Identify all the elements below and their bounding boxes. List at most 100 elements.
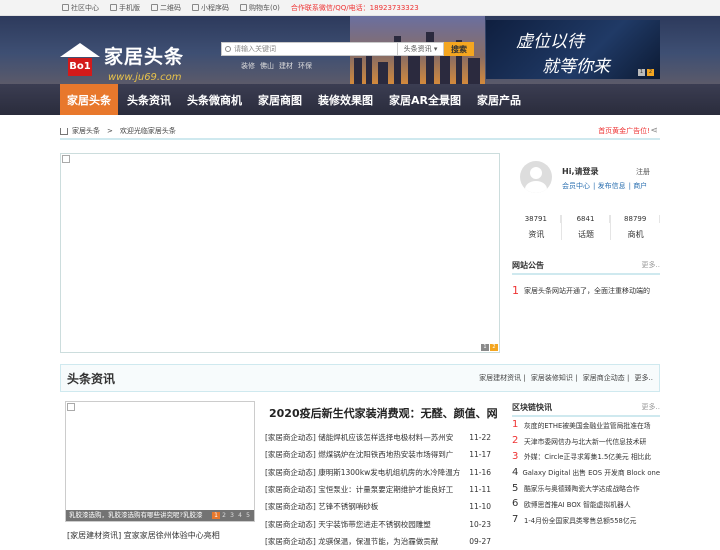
banner-page[interactable]: 1 [638, 69, 645, 76]
notice-item[interactable]: 1 家居头条网站开通了，全面注重移动端的 [512, 284, 650, 297]
list-item[interactable]: 1 灰度的ETHE被美国金融业监管局批准在场 [512, 417, 660, 433]
nav-gallery[interactable]: 家居商图 [251, 84, 309, 115]
user-links: 会员中心 | 发布信息 | 商户 [562, 182, 648, 190]
photo-page[interactable]: 2 [220, 512, 228, 519]
list-item[interactable]: [家居商企动态] 宝恒泵业：计量泵要定期维护才能良好工 11-11 [265, 481, 491, 498]
site-logo[interactable]: Bo1 家居头条 www.ju69.com [60, 40, 220, 84]
list-item[interactable]: 7 1-4月份全国家具类零售总额558亿元 [512, 512, 660, 528]
news-title: [家居商企动态] 宝恒泵业：计量泵要定期维护才能良好工 [265, 485, 454, 495]
section-more-link[interactable]: 更多.. [635, 374, 653, 382]
section-tag[interactable]: 家居装修知识 [531, 374, 573, 382]
main-nav: 家居头条 头条资讯 头条微商机 家居商图 装修效果图 家居AR全景图 家居产品 [0, 84, 720, 115]
hot-keyword[interactable]: 佛山 [260, 62, 274, 70]
rank-number: 4 [512, 466, 519, 478]
stat-label: 话题 [578, 230, 594, 239]
notice-more-link[interactable]: 更多.. [642, 260, 660, 270]
rank-number: 2 [512, 435, 519, 447]
photo-page[interactable]: 3 [228, 512, 236, 519]
search-scope-select[interactable]: 头条资讯 ▾ [398, 42, 444, 56]
merchant-link[interactable]: 商户 [633, 182, 647, 190]
miniprogram-link[interactable]: 小程序码 [192, 3, 229, 13]
list-item[interactable]: 4 Galaxy Digital 出售 EOS 开发商 Block one [512, 464, 660, 480]
register-link[interactable]: 注册 [636, 167, 650, 177]
search-button[interactable]: 搜索 [444, 42, 474, 56]
stat-label: 商机 [627, 230, 644, 239]
search-bar: 请输入关键词 头条资讯 ▾ 搜索 [221, 42, 474, 56]
list-item[interactable]: [家居商企动态] 龙骐保温，保温节能，为治霾做贡献 09-27 [265, 533, 491, 550]
login-greeting[interactable]: Hi,请登录 [562, 166, 598, 177]
miniprogram-label: 小程序码 [201, 3, 229, 12]
list-item[interactable]: [家居商企动态] 天宇装饰带您进走不锈钢校园雕塑 10-23 [265, 515, 491, 532]
list-item[interactable]: [家居商企动态] 康明斯1300kw发电机组机房的水冷降温方 11-16 [265, 464, 491, 481]
rank-number: 3 [512, 450, 519, 462]
nav-business[interactable]: 头条微商机 [180, 84, 249, 115]
photo-page[interactable]: 4 [236, 512, 244, 519]
blockchain-item-text: Galaxy Digital 出售 EOS 开发商 Block one [522, 469, 660, 478]
list-item[interactable]: 3 外媒：Circle正寻求筹集1.5亿美元 相比此 [512, 449, 660, 465]
headline[interactable]: 2020疫后新生代家装消费观：无醛、颜值、网 [269, 405, 498, 421]
mobile-link[interactable]: 手机版 [110, 3, 140, 13]
section-tag[interactable]: 家居商企动态 [583, 374, 625, 382]
nav-decoration[interactable]: 装修效果图 [311, 84, 380, 115]
stat-number: 88799 [611, 215, 661, 223]
list-item[interactable]: 2 天津市委网信办与北大新一代信息技术研 [512, 433, 660, 449]
slider-page[interactable]: 1 [481, 344, 489, 351]
header-ad-banner[interactable]: 虚位以待 就等你来 12 [486, 20, 660, 79]
avatar [520, 161, 552, 193]
blockchain-more-link[interactable]: 更多.. [642, 402, 660, 412]
photo-slider[interactable]: 乳胶漆选购，乳胶漆选购有哪些讲究呢?乳胶漆 12345 [65, 401, 255, 522]
search-input[interactable]: 请输入关键词 [221, 42, 398, 56]
search-scope-label: 头条资讯 [403, 45, 432, 53]
photo-page[interactable]: 5 [244, 512, 252, 519]
section-title: 头条资讯 [67, 371, 116, 386]
home-icon [60, 127, 68, 135]
main-slider[interactable]: 12 [60, 153, 500, 353]
share-icon[interactable]: ⋖ [650, 126, 658, 136]
breadcrumb-ad-link[interactable]: 首页黄金广告位! [598, 126, 650, 136]
nav-home[interactable]: 家居头条 [60, 84, 118, 115]
post-info-link[interactable]: 发布信息 [598, 182, 626, 190]
blockchain-item-text: 欧博思首推AI BOX 智能虚拟机器人 [524, 500, 631, 509]
blockchain-header: 区块链快讯 更多.. [512, 399, 660, 417]
hot-keyword[interactable]: 装修 [241, 62, 255, 70]
hot-keyword[interactable]: 建材 [279, 62, 293, 70]
breadcrumb-home[interactable]: 家居头条 [72, 126, 100, 136]
phone-icon [110, 4, 117, 11]
list-item[interactable]: [家居商企动态] 燃煤锅炉在沈阳铁西地热安装市场得到广 11-17 [265, 446, 491, 463]
stat-topics[interactable]: 6841 话题 [562, 215, 612, 240]
list-item[interactable]: [家居商企动态] 储能焊机应该怎样选择电极材料—苏州安 11-22 [265, 429, 491, 446]
qrcode-link[interactable]: 二维码 [151, 3, 181, 13]
qrcode-icon [151, 4, 158, 11]
member-center-link[interactable]: 会员中心 [562, 182, 590, 190]
stat-news[interactable]: 38791 资讯 [512, 215, 562, 240]
section-tag[interactable]: 家居建材资讯 [479, 374, 521, 382]
nav-ar-panorama[interactable]: 家居AR全景图 [382, 84, 468, 115]
news-title: [家居商企动态] 龙骐保温，保温节能，为治霾做贡献 [265, 536, 439, 546]
slider-page[interactable]: 2 [490, 344, 498, 351]
community-link[interactable]: 社区中心 [62, 3, 99, 13]
notice-rank: 1 [512, 284, 519, 297]
stat-business[interactable]: 88799 商机 [611, 215, 661, 240]
breadcrumb-separator: > [107, 127, 113, 135]
qrcode-label: 二维码 [160, 3, 181, 12]
hot-keywords: 装修 佛山 建材 环保 [241, 61, 317, 71]
photo-pager: 12345 [212, 512, 252, 519]
nav-news[interactable]: 头条资讯 [120, 84, 178, 115]
news-date: 11-11 [469, 485, 491, 495]
list-item[interactable]: 5 酷家乐与奥德臻陶瓷大学达成战略合作 [512, 480, 660, 496]
banner-page[interactable]: 2 [647, 69, 654, 76]
nav-products[interactable]: 家居产品 [470, 84, 528, 115]
hot-keyword[interactable]: 环保 [298, 62, 312, 70]
community-label: 社区中心 [71, 3, 99, 12]
list-item[interactable]: [家居商企动态] 艺锋不锈钢哨砂板 11-10 [265, 498, 491, 515]
photo-page[interactable]: 1 [212, 512, 220, 519]
cart-link[interactable]: 购物车(0) [240, 3, 280, 13]
news-date: 11-17 [469, 450, 491, 460]
house-roof-icon [60, 43, 100, 57]
rank-number: 5 [512, 482, 519, 494]
news-section-header: 头条资讯 家居建材资讯 | 家居装修知识 | 家居商企动态 | 更多.. [60, 364, 660, 392]
photo-below-link[interactable]: [家居建材资讯] 宜家家居徐州体验中心亮相 [67, 530, 220, 541]
breadcrumb: 家居头条 > 欢迎光临家居头条 首页黄金广告位! ⋖ [60, 124, 660, 140]
header: Bo1 家居头条 www.ju69.com 请输入关键词 头条资讯 ▾ 搜索 装… [0, 16, 720, 84]
list-item[interactable]: 6 欧博思首推AI BOX 智能虚拟机器人 [512, 496, 660, 512]
